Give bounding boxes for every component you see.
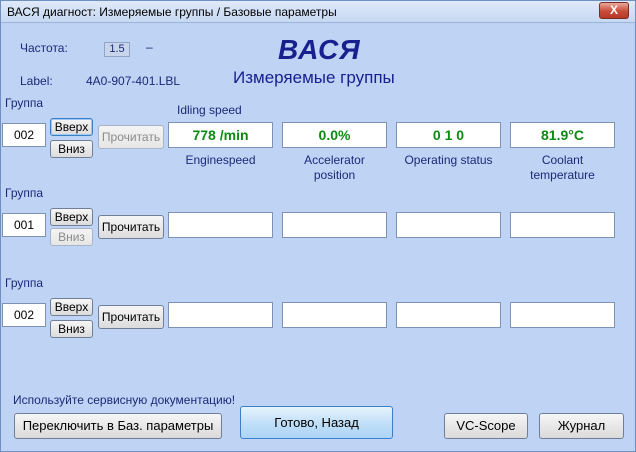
switch-basic-params-button[interactable]: Переключить в Баз. параметры xyxy=(14,413,222,439)
group-3-down-button[interactable]: Вниз xyxy=(50,320,93,338)
group-1-caption-3: Operating status xyxy=(404,153,493,167)
main-window: ВАСЯ диагност: Измеряемые группы / Базов… xyxy=(0,0,636,452)
vc-scope-button[interactable]: VC-Scope xyxy=(444,413,528,439)
group-2-field-1 xyxy=(168,212,273,238)
group-3-number-input[interactable]: 002 xyxy=(2,303,46,327)
title-bar: ВАСЯ диагност: Измеряемые группы / Базов… xyxy=(1,1,635,23)
group-2-field-4 xyxy=(510,212,615,238)
group-1-read-button[interactable]: Прочитать xyxy=(98,125,164,149)
group-1-subheading: Idling speed xyxy=(177,103,242,117)
label-file-name: 4A0-907-401.LBL xyxy=(86,74,181,88)
group-3-field-3 xyxy=(396,302,501,328)
group-3-field-1 xyxy=(168,302,273,328)
group-1-number-input[interactable]: 002 xyxy=(2,123,46,147)
group-3-label: Группа xyxy=(5,276,44,290)
group-1-caption-4: Coolant temperature xyxy=(530,153,595,182)
group-2-up-button[interactable]: Вверх xyxy=(50,208,93,226)
frequency-label: Частота: xyxy=(20,41,68,55)
group-1-down-button[interactable]: Вниз xyxy=(50,140,93,158)
group-1-caption-2: Accelerator position xyxy=(304,153,365,182)
app-brand-title: ВАСЯ xyxy=(278,34,361,65)
group-2-read-button[interactable]: Прочитать xyxy=(98,215,164,239)
group-2-number-input[interactable]: 001 xyxy=(2,213,46,237)
page-subtitle: Измеряемые группы xyxy=(233,68,395,87)
group-1-up-button[interactable]: Вверх xyxy=(50,118,93,136)
journal-button[interactable]: Журнал xyxy=(539,413,624,439)
frequency-value: 1.5 xyxy=(104,42,130,57)
group-2-field-3 xyxy=(396,212,501,238)
group-2-down-button[interactable]: Вниз xyxy=(50,228,93,246)
group-3-field-2 xyxy=(282,302,387,328)
group-3-up-button[interactable]: Вверх xyxy=(50,298,93,316)
window-title: ВАСЯ диагност: Измеряемые группы / Базов… xyxy=(7,5,337,19)
group-1-field-4: 81.9°C xyxy=(510,122,615,148)
group-3-read-button[interactable]: Прочитать xyxy=(98,305,164,329)
client-area: Частота: 1.5 – Label: 4A0-907-401.LBL ВА… xyxy=(2,24,634,451)
ok-back-button[interactable]: Готово, Назад xyxy=(240,406,393,439)
group-1-field-2: 0.0% xyxy=(282,122,387,148)
close-button[interactable]: X xyxy=(599,2,629,19)
group-1-caption-1: Enginespeed xyxy=(185,153,256,167)
group-1-field-3: 0 1 0 xyxy=(396,122,501,148)
group-1-label: Группа xyxy=(5,96,44,110)
service-doc-hint: Используйте сервисную документацию! xyxy=(13,393,236,407)
group-1-field-1: 778 /min xyxy=(168,122,273,148)
frequency-dash: – xyxy=(146,40,153,54)
label-caption: Label: xyxy=(20,74,53,88)
group-2-field-2 xyxy=(282,212,387,238)
group-3-field-4 xyxy=(510,302,615,328)
group-2-label: Группа xyxy=(5,186,44,200)
